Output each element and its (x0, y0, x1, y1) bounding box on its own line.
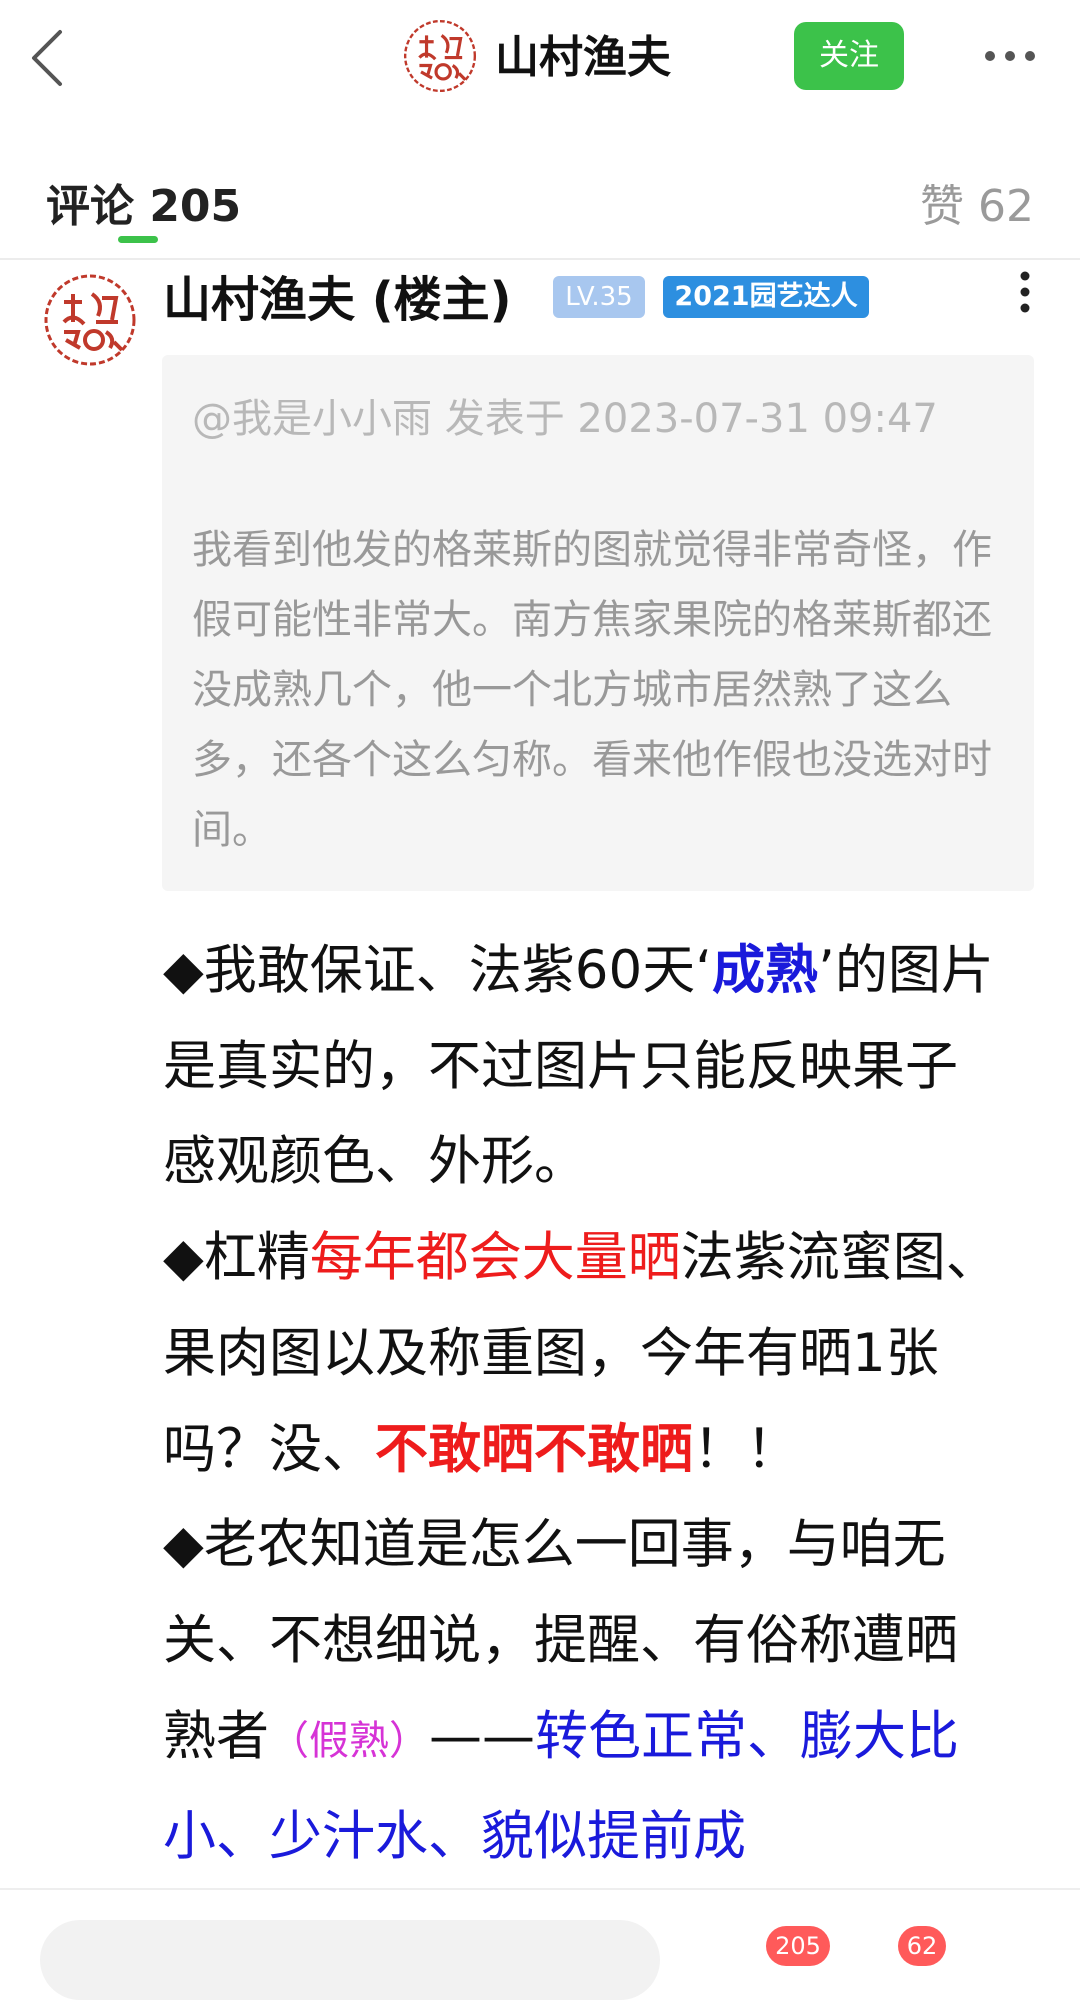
level-badge: LV.35 (553, 276, 645, 318)
highlight-blue-text: 成熟 (712, 940, 819, 1001)
author-seal-avatar[interactable] (402, 18, 478, 94)
quote-meta: @我是小小雨 发表于 2023-07-31 09:47 (192, 396, 938, 442)
quote-text: 我看到他发的格莱斯的图就觉得非常奇怪，作假可能性非常大。南方焦家果院的格莱斯都还… (192, 527, 992, 853)
body-text: —— (429, 1705, 535, 1767)
comment-count-badge[interactable]: 205 (766, 1926, 830, 1966)
highlight-red-bold-text: 不敢晒不敢晒 (375, 1418, 693, 1480)
header-author-name[interactable]: 山村渔夫 (495, 26, 671, 90)
top-bar: 山村渔夫 关注 (0, 0, 1080, 120)
title-badge: 2021园艺达人 (663, 276, 869, 318)
like-count-badge[interactable]: 62 (898, 1926, 946, 1966)
comment-tabs: 评论 205 赞 62 (0, 160, 1080, 260)
highlight-magenta-text: （假熟） (269, 1717, 429, 1764)
divider (0, 258, 1080, 260)
body-text: ◆我敢保证、法紫60天‘ (163, 940, 713, 1001)
bottom-divider (0, 1888, 1080, 1890)
comment-input[interactable] (40, 1920, 660, 2000)
comment-body: ◆我敢保证、法紫60天‘成熟’的图片是真实的，不过图片只能反映果子感观颜色、外形… (163, 923, 1003, 1885)
comment-author-name[interactable]: 山村渔夫 (楼主) (163, 268, 512, 332)
more-options-icon[interactable] (980, 28, 1040, 84)
quoted-comment[interactable]: @我是小小雨 发表于 2023-07-31 09:47 我看到他发的格莱斯的图就… (162, 355, 1034, 891)
follow-button[interactable]: 关注 (794, 22, 904, 90)
avatar[interactable] (42, 272, 138, 368)
active-tab-indicator (118, 236, 158, 243)
body-text: ◆杠精 (163, 1227, 310, 1289)
highlight-red-text: 每年都会大量晒 (309, 1227, 681, 1289)
back-arrow-icon[interactable] (26, 24, 86, 94)
body-text: ！！ (693, 1418, 799, 1480)
comment-more-icon[interactable] (1010, 266, 1040, 326)
tab-comments[interactable]: 评论 205 (46, 170, 241, 234)
tab-likes[interactable]: 赞 62 (920, 170, 1034, 234)
